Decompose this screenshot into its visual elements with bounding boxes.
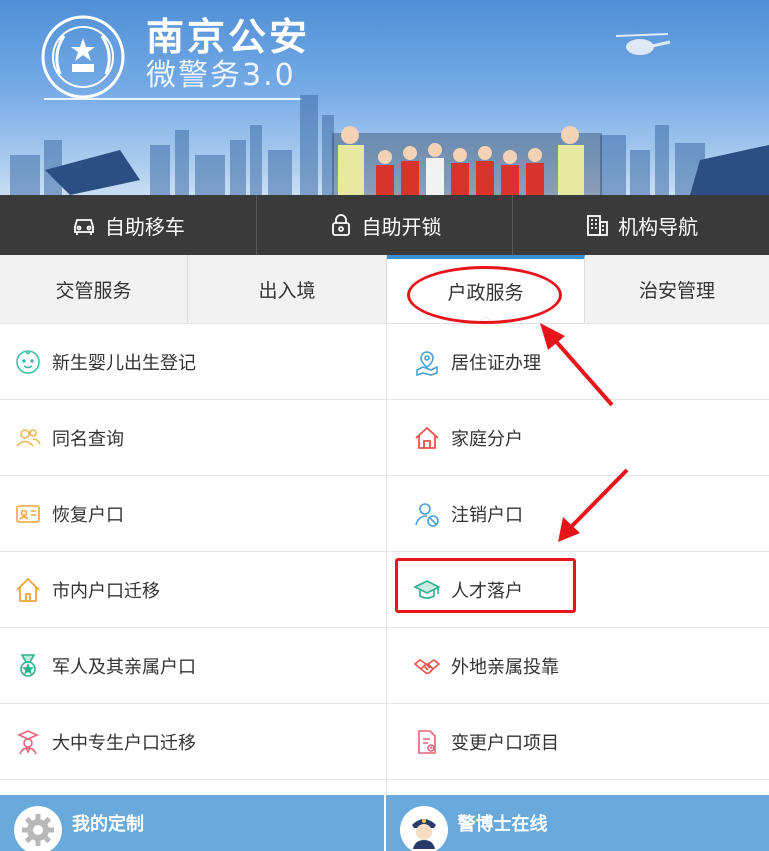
location-icon (416, 350, 438, 376)
tab-public-security[interactable]: 治安管理 (585, 255, 769, 323)
service-label: 恢复户口 (52, 504, 124, 526)
institution-navigation-button[interactable]: 机构导航 (513, 195, 769, 255)
annotation-rectangle (395, 558, 576, 613)
tab-label: 出入境 (258, 279, 316, 302)
user-cancel-icon (415, 502, 439, 527)
service-cancel-household[interactable]: 注销户口 (387, 476, 769, 552)
header-banner: 南京公安 微警务3.0 (0, 0, 769, 195)
graduate-icon (17, 729, 39, 754)
service-label: 大中专生户口迁移 (52, 732, 196, 754)
service-label: 市内户口迁移 (52, 580, 160, 602)
institution-navigation-label: 机构导航 (618, 214, 699, 239)
self-service-move-car-button[interactable]: 自助移车 (0, 195, 257, 255)
my-customization-button[interactable]: 我的定制 (0, 795, 386, 851)
service-label: 新生婴儿出生登记 (52, 352, 196, 374)
service-label: 家庭分户 (451, 428, 523, 450)
bottom-label: 警博士在线 (457, 814, 548, 835)
service-label: 注销户口 (451, 504, 523, 526)
service-label: 军人及其亲属户口 (52, 656, 196, 678)
bottom-navigation: 我的定制 警博士在线 (0, 795, 769, 851)
building-icon (587, 215, 609, 236)
medal-icon (20, 653, 36, 677)
house-icon (16, 577, 40, 602)
city-skyline-illustration (10, 95, 769, 195)
service-same-name-query[interactable]: 同名查询 (0, 400, 387, 476)
gear-icon (22, 814, 54, 846)
app-title: 南京公安 (146, 15, 311, 59)
service-empty-slot (0, 780, 387, 795)
tab-exit-entry[interactable]: 出入境 (188, 255, 387, 323)
police-avatar-icon (411, 819, 436, 849)
unlock-label: 自助开锁 (361, 214, 442, 239)
id-card-icon (16, 504, 40, 523)
users-icon (16, 428, 41, 447)
service-label: 居住证办理 (451, 352, 541, 374)
home-icon (415, 426, 439, 449)
tab-traffic-services[interactable]: 交管服务 (0, 255, 188, 323)
service-change-household-items[interactable]: 变更户口项目 (387, 704, 769, 780)
gear-icon-badge (14, 806, 62, 851)
tab-label: 交管服务 (55, 279, 132, 302)
service-empty-slot (387, 780, 769, 795)
service-intra-city-migration[interactable]: 市内户口迁移 (0, 552, 387, 628)
service-label: 外地亲属投靠 (451, 656, 559, 678)
helicopter-icon (615, 33, 671, 55)
service-category-tabs: 交管服务 出入境 户政服务 治安管理 (0, 255, 769, 324)
tab-label: 治安管理 (638, 279, 715, 302)
service-label: 变更户口项目 (451, 732, 559, 754)
police-doctor-online-button[interactable]: 警博士在线 (386, 795, 769, 851)
service-relatives-reliance[interactable]: 外地亲属投靠 (387, 628, 769, 704)
service-grid: 新生婴儿出生登记 居住证办理 同名查询 家庭分户 恢复户口 注销户口 市内户口迁… (0, 324, 769, 795)
service-military-family-household[interactable]: 军人及其亲属户口 (0, 628, 387, 704)
police-avatar-badge (399, 806, 448, 851)
annotation-ellipse (407, 266, 562, 324)
document-edit-icon (418, 729, 436, 754)
baby-icon (16, 349, 40, 374)
quick-action-bar: 自助移车 自助开锁 机构导航 (0, 195, 769, 255)
service-restore-household[interactable]: 恢复户口 (0, 476, 387, 552)
crowd-illustration (332, 126, 602, 195)
service-residence-permit[interactable]: 居住证办理 (387, 324, 769, 400)
self-service-unlock-button[interactable]: 自助开锁 (257, 195, 514, 255)
car-icon (73, 219, 94, 235)
service-newborn-registration[interactable]: 新生婴儿出生登记 (0, 324, 387, 400)
service-student-migration[interactable]: 大中专生户口迁移 (0, 704, 387, 780)
handshake-icon (413, 658, 441, 674)
move-car-label: 自助移车 (104, 214, 185, 239)
service-family-split[interactable]: 家庭分户 (387, 400, 769, 476)
lock-icon (331, 214, 350, 236)
service-label: 同名查询 (52, 428, 124, 450)
bottom-label: 我的定制 (72, 814, 144, 835)
